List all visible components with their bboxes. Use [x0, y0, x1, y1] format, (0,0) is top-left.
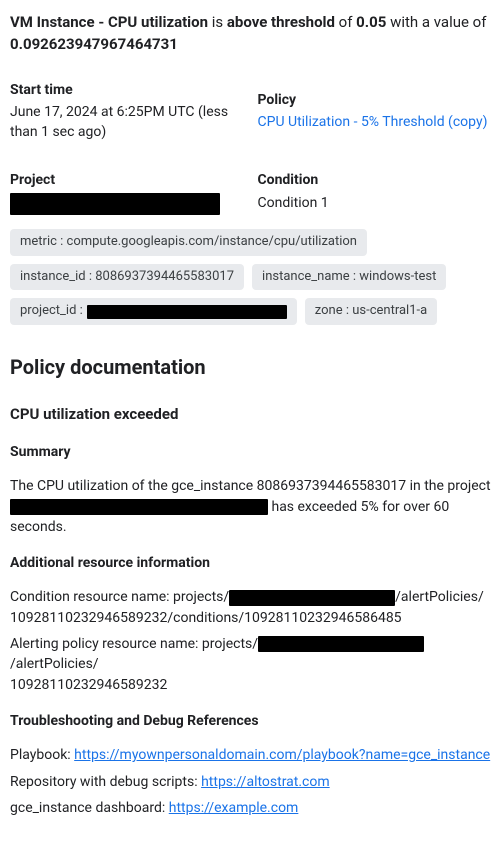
policy-label: Policy	[258, 90, 492, 110]
project-redacted	[10, 193, 220, 215]
project-label: Project	[10, 170, 244, 190]
summary-project-redacted	[10, 499, 268, 515]
condition-block: Condition Condition 1	[258, 170, 492, 214]
alert-title: VM Instance - CPU utilization is above t…	[10, 12, 491, 56]
chip-project-id-key: project_id :	[20, 302, 83, 321]
chip-zone: zone : us-central1-a	[305, 298, 437, 325]
chip-metric: metric : compute.googleapis.com/instance…	[10, 229, 367, 256]
condition-resource-text: Condition resource name: projects//alert…	[10, 587, 491, 628]
chip-instance-name: instance_name : windows-test	[252, 264, 446, 291]
info-row-1: Start time June 17, 2024 at 6:25PM UTC (…	[10, 80, 491, 143]
label-chips: metric : compute.googleapis.com/instance…	[10, 229, 491, 326]
start-time-block: Start time June 17, 2024 at 6:25PM UTC (…	[10, 80, 244, 143]
repo-line: Repository with debug scripts: https://a…	[10, 772, 491, 792]
additional-info-heading: Additional resource information	[10, 553, 491, 573]
playbook-link[interactable]: https://myownpersonaldomain.com/playbook…	[74, 747, 490, 763]
policy-doc-heading: Policy documentation	[10, 353, 491, 382]
cpu-exceeded-heading: CPU utilization exceeded	[10, 404, 491, 426]
start-time-value: June 17, 2024 at 6:25PM UTC (less than 1…	[10, 102, 244, 143]
condition-label: Condition	[258, 170, 492, 190]
summary-text: The CPU utilization of the gce_instance …	[10, 476, 491, 537]
chip-project-id-redacted	[87, 305, 287, 319]
condition-value: Condition 1	[258, 193, 492, 213]
chip-instance-id: instance_id : 8086937394465583017	[10, 264, 244, 291]
alerting-project-redacted	[258, 636, 424, 652]
alert-state: above threshold	[227, 13, 335, 31]
summary-heading: Summary	[10, 442, 491, 462]
condition-project-redacted	[229, 590, 395, 606]
alert-subject: VM Instance - CPU utilization	[10, 13, 208, 31]
start-time-label: Start time	[10, 80, 244, 100]
dashboard-line: gce_instance dashboard: https://example.…	[10, 798, 491, 818]
alert-value: 0.092623947967464731	[10, 35, 178, 53]
playbook-line: Playbook: https://myownpersonaldomain.co…	[10, 745, 491, 765]
policy-link[interactable]: CPU Utilization - 5% Threshold (copy)	[258, 114, 488, 130]
alerting-policy-resource-text: Alerting policy resource name: projects/…	[10, 634, 491, 695]
chip-project-id: project_id :	[10, 298, 297, 325]
repo-link[interactable]: https://altostrat.com	[201, 774, 330, 790]
dashboard-link[interactable]: https://example.com	[169, 800, 299, 816]
policy-block: Policy CPU Utilization - 5% Threshold (c…	[258, 80, 492, 143]
alert-threshold: 0.05	[356, 13, 386, 31]
info-row-2: Project Condition Condition 1	[10, 170, 491, 214]
troubleshooting-heading: Troubleshooting and Debug References	[10, 711, 491, 731]
project-block: Project	[10, 170, 244, 214]
